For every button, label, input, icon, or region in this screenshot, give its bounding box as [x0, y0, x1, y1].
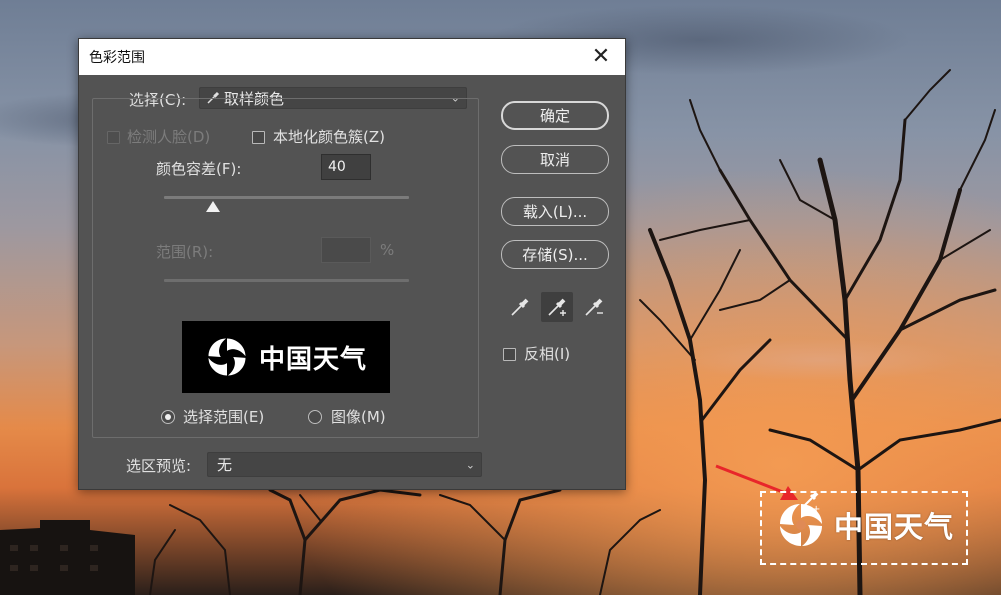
eyedropper-icon[interactable]	[504, 292, 536, 322]
range-slider-track[interactable]	[164, 279, 409, 282]
eyedropper-plus-icon[interactable]	[541, 292, 573, 322]
eyedropper-cursor-icon: +	[801, 491, 820, 512]
save-button[interactable]: 存储(S)...	[501, 240, 609, 269]
close-icon[interactable]: ✕	[589, 45, 613, 69]
radio-selection[interactable]	[161, 410, 175, 424]
detect-faces-label: 检测人脸(D)	[127, 128, 211, 146]
color-range-dialog: 色彩范围 ✕ 选择(C): 取样颜色 ⌄ 检测人脸(D) 本地化颜色簇(Z) 颜…	[78, 38, 626, 490]
cancel-button[interactable]: 取消	[501, 145, 609, 174]
dialog-titlebar[interactable]: 色彩范围 ✕	[79, 39, 625, 75]
load-button[interactable]: 载入(L)...	[501, 197, 609, 226]
preview-logo-text: 中国天气	[258, 344, 367, 375]
dialog-title: 色彩范围	[89, 50, 145, 66]
invert-checkbox[interactable]	[503, 348, 516, 361]
eyedropper-minus-icon[interactable]	[578, 292, 610, 322]
weather-swirl-logo-icon	[208, 338, 246, 376]
selection-preview-label: 选区预览:	[126, 457, 192, 475]
fuzziness-slider-track[interactable]	[164, 196, 409, 199]
range-label: 范围(R):	[156, 243, 214, 261]
radio-selection-label: 选择范围(E)	[183, 408, 265, 426]
selection-preview-image: 中国天气	[182, 321, 390, 393]
chevron-down-icon: ⌄	[465, 458, 475, 471]
range-percent-sign: %	[380, 241, 395, 259]
range-input[interactable]	[321, 237, 371, 263]
localized-clusters-checkbox[interactable]	[252, 131, 265, 144]
radio-image[interactable]	[308, 410, 322, 424]
radio-image-label: 图像(M)	[331, 408, 386, 426]
canvas-watermark-text: 中国天气	[834, 510, 955, 544]
ok-button[interactable]: 确定	[501, 101, 609, 130]
localized-clusters-label: 本地化颜色簇(Z)	[273, 128, 385, 146]
svg-text:+: +	[812, 504, 820, 512]
fuzziness-input[interactable]: 40	[321, 154, 371, 180]
selection-preview-dropdown[interactable]: 无 ⌄	[207, 452, 482, 477]
selection-preview-value: 无	[217, 456, 233, 474]
detect-faces-checkbox[interactable]	[107, 131, 120, 144]
fuzziness-label: 颜色容差(F):	[156, 160, 242, 178]
fuzziness-slider-thumb[interactable]	[206, 201, 220, 212]
invert-label: 反相(I)	[524, 345, 571, 363]
